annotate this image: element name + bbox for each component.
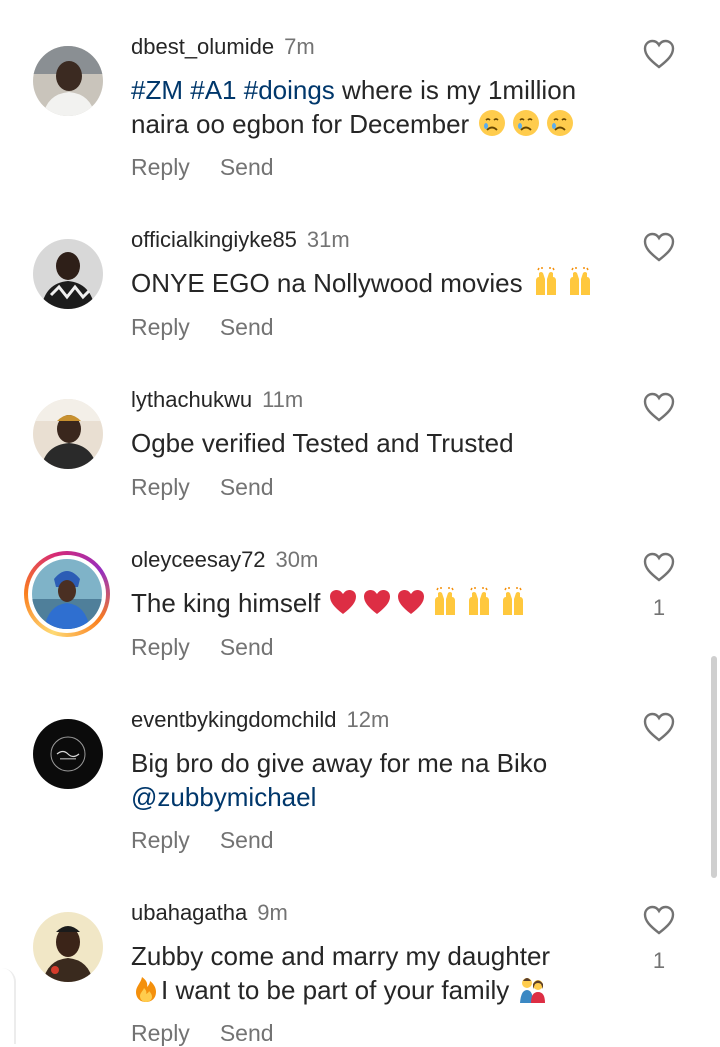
raising-hands-icon [498, 587, 528, 617]
like-count: 1 [652, 948, 666, 973]
comment-text-line: The king himself [131, 588, 321, 618]
hashtag-link[interactable]: #ZM [131, 75, 183, 105]
raising-hands-icon [531, 267, 561, 297]
send-button[interactable]: Send [220, 473, 274, 501]
comment-text-line: Ogbe verified Tested and Trusted [131, 428, 514, 458]
heart-icon[interactable] [642, 391, 676, 423]
fire-icon [131, 974, 161, 1004]
reply-button[interactable]: Reply [131, 633, 190, 661]
mention-link[interactable]: @zubbymichael [131, 782, 316, 812]
family-icon [517, 974, 547, 1004]
heart-icon[interactable] [642, 38, 676, 70]
comment-text-line: ONYE EGO na Nollywood movies [131, 268, 523, 298]
send-button[interactable]: Send [220, 633, 274, 661]
reply-button[interactable]: Reply [131, 153, 190, 181]
crying-face-icon [511, 108, 541, 138]
heart-icon[interactable] [642, 711, 676, 743]
comment-text: Big bro do give away for me na Biko @zub… [131, 746, 631, 814]
comment-text-line: Zubby come and marry my daughter [131, 941, 551, 971]
comment-text-line: naira oo egbon for December [131, 109, 470, 139]
red-heart-icon [362, 587, 392, 617]
send-button[interactable]: Send [220, 1019, 274, 1047]
comment-username[interactable]: officialkingiyke85 [131, 227, 297, 252]
comment-text-line: where is my 1million [342, 75, 577, 105]
comment-text: Ogbe verified Tested and Trusted [131, 426, 631, 460]
comment-text: The king himself [131, 586, 631, 620]
red-heart-icon [328, 587, 358, 617]
comment-username[interactable]: dbest_olumide [131, 34, 274, 59]
hashtag-link[interactable]: #A1 [190, 75, 236, 105]
avatar[interactable] [24, 551, 110, 637]
comment-time: 12m [346, 707, 390, 732]
crying-face-icon [545, 108, 575, 138]
avatar[interactable] [33, 239, 103, 309]
comment-text: Zubby come and marry my daughter I want t… [131, 939, 631, 1007]
comment-time: 30m [275, 547, 319, 572]
heart-icon[interactable] [642, 551, 676, 583]
avatar[interactable] [33, 46, 103, 116]
raising-hands-icon [464, 587, 494, 617]
comment-username[interactable]: eventbykingdomchild [131, 707, 336, 732]
send-button[interactable]: Send [220, 313, 274, 341]
comment-username[interactable]: oleyceesay72 [131, 547, 266, 572]
raising-hands-icon [430, 587, 460, 617]
avatar[interactable] [33, 719, 103, 789]
reply-button[interactable]: Reply [131, 1019, 190, 1047]
crying-face-icon [477, 108, 507, 138]
hashtag-link[interactable]: #doings [244, 75, 335, 105]
comment-text-line: Big bro do give away for me na Biko [131, 748, 548, 778]
comment-time: 11m [262, 387, 304, 412]
comment-time: 7m [284, 34, 315, 59]
comment-username[interactable]: ubahagatha [131, 900, 247, 925]
comment-time: 31m [306, 227, 350, 252]
scrollbar[interactable] [711, 656, 717, 878]
red-heart-icon [396, 587, 426, 617]
reply-button[interactable]: Reply [131, 473, 190, 501]
reply-button[interactable]: Reply [131, 313, 190, 341]
raising-hands-icon [565, 267, 595, 297]
comment-time: 9m [257, 900, 288, 925]
avatar[interactable] [33, 912, 103, 982]
avatar[interactable] [33, 399, 103, 469]
heart-icon[interactable] [642, 231, 676, 263]
comment-username[interactable]: lythachukwu [131, 387, 252, 412]
send-button[interactable]: Send [220, 826, 274, 854]
comment-text: ONYE EGO na Nollywood movies [131, 266, 631, 300]
like-count: 1 [652, 595, 666, 620]
send-button[interactable]: Send [220, 153, 274, 181]
comment-text-line: I want to be part of your family [161, 975, 510, 1005]
reply-button[interactable]: Reply [131, 826, 190, 854]
heart-icon[interactable] [642, 904, 676, 936]
sheet-edge [0, 968, 16, 1044]
comment-text: #ZM #A1 #doings where is my 1million nai… [131, 73, 631, 141]
